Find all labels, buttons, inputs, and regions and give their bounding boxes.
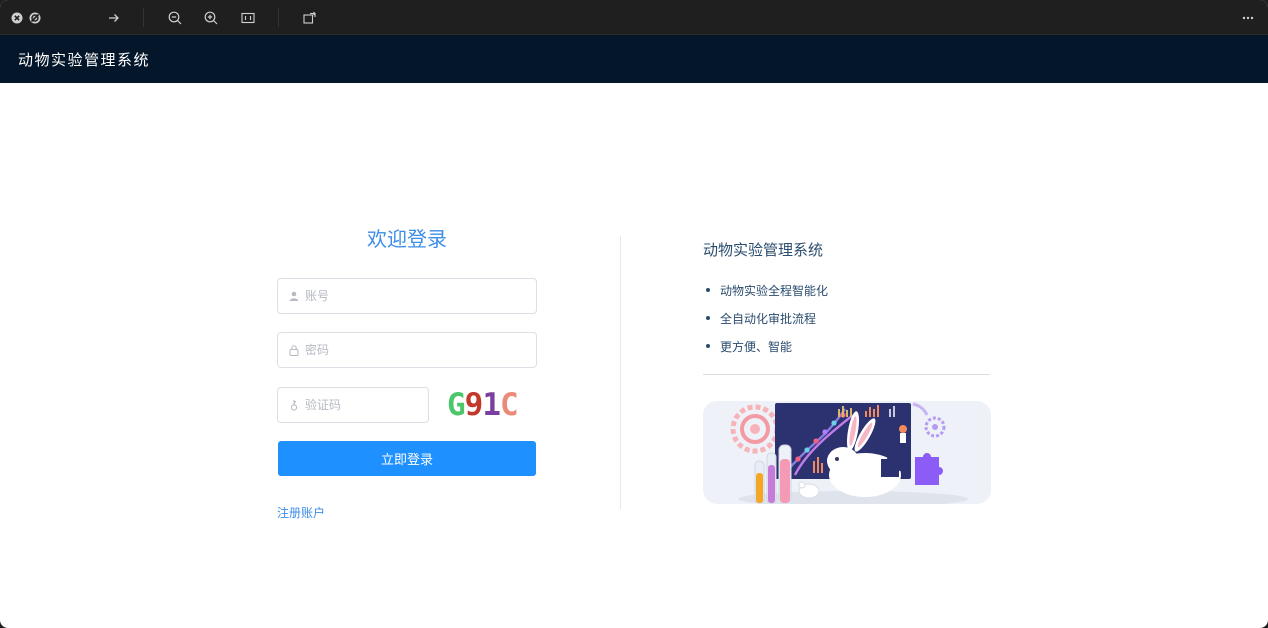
captcha-input[interactable] (305, 390, 425, 420)
feature-text: 动物实验全程智能化 (720, 283, 829, 298)
register-link[interactable]: 注册账户 (277, 504, 325, 521)
close-icon[interactable] (10, 10, 24, 25)
bullet-icon (706, 288, 710, 292)
rabbit-lab-illustration (730, 402, 968, 504)
lab-illustration (703, 401, 991, 504)
feature-text: 更方便、智能 (720, 339, 793, 354)
info-title: 动物实验管理系统 (703, 241, 824, 259)
zoom-out-icon[interactable] (167, 10, 183, 25)
feature-list: 动物实验全程智能化 全自动化审批流程 更方便、智能 (703, 276, 828, 360)
captcha-image[interactable]: G 9 1 C (447, 387, 527, 423)
welcome-heading: 欢迎登录 (367, 227, 447, 251)
bullet-icon (706, 316, 710, 320)
list-item: 更方便、智能 (703, 332, 828, 360)
stop-icon[interactable] (28, 10, 42, 25)
app-header: 动物实验管理系统 (0, 35, 1268, 83)
more-icon[interactable] (1240, 10, 1256, 25)
login-button[interactable]: 立即登录 (278, 441, 536, 476)
key-icon (288, 399, 300, 411)
list-item: 动物实验全程智能化 (703, 276, 828, 304)
toolbar-divider (278, 8, 279, 27)
app-window: 动物实验管理系统 欢迎登录 G 9 1 C 立即登录 注册账户 动物实验管理系统… (0, 0, 1268, 628)
feature-text: 全自动化审批流程 (720, 311, 817, 326)
captcha-char: C (500, 387, 519, 423)
horizontal-divider (703, 374, 990, 375)
password-input[interactable] (305, 335, 505, 365)
list-item: 全自动化审批流程 (703, 304, 828, 332)
captcha-char: 1 (482, 387, 501, 423)
lock-icon (288, 344, 300, 356)
viewer-toolbar (0, 0, 1268, 35)
vertical-divider (620, 236, 621, 509)
captcha-char: 9 (464, 387, 484, 423)
forward-arrow-icon[interactable] (106, 10, 122, 25)
user-icon (288, 290, 300, 302)
account-field[interactable] (277, 278, 537, 314)
password-field[interactable] (277, 332, 537, 368)
toolbar-divider (143, 8, 144, 27)
fit-icon[interactable] (240, 10, 256, 25)
account-input[interactable] (305, 281, 505, 311)
app-title: 动物实验管理系统 (18, 51, 151, 69)
captcha-field[interactable] (277, 387, 429, 423)
captcha-char: G (447, 387, 466, 423)
zoom-in-icon[interactable] (203, 10, 219, 25)
bullet-icon (706, 344, 710, 348)
rotate-icon[interactable] (302, 10, 318, 25)
